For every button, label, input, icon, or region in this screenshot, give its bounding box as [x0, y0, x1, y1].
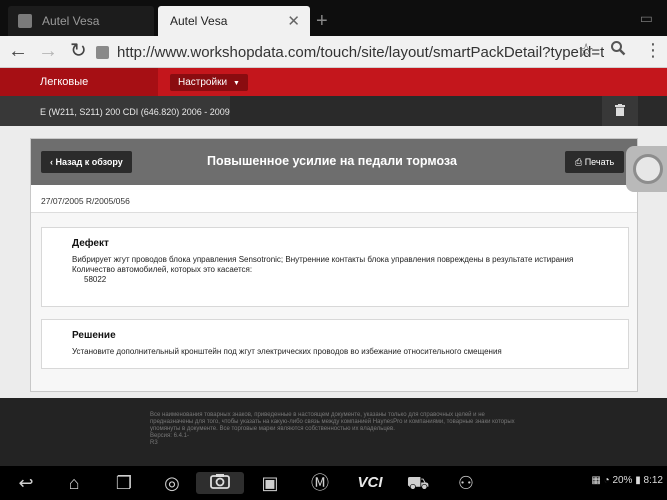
solution-section: Решение Установите дополнительный кроншт… [41, 319, 629, 369]
printer-icon: ⎙ [575, 157, 585, 167]
tab-overflow-icon[interactable]: ▭ [640, 10, 653, 27]
address-bar: ← → ↻ http://www.workshopdata.com/touch/… [0, 36, 667, 68]
browser-tab-active[interactable]: Autel Vesa ✕ [158, 6, 310, 36]
image-notification-icon: ▦ [591, 475, 601, 486]
back-to-overview-button[interactable]: ‹ Назад к обзору [41, 151, 132, 173]
chrome-icon[interactable]: ◎ [158, 472, 186, 494]
settings-dropdown[interactable]: Настройки ▼ [170, 74, 248, 91]
battery-icon: ▮ [635, 475, 641, 486]
print-button[interactable]: ⎙ Печать [565, 151, 625, 173]
defect-section: Дефект Вибрирует жгут проводов блока упр… [41, 227, 629, 307]
back-label: Назад к обзору [55, 157, 123, 167]
reload-icon[interactable]: ↻ [70, 40, 87, 62]
close-tab-icon[interactable]: ✕ [287, 12, 300, 30]
tab-label: Autel Vesa [42, 14, 100, 28]
camera-icon[interactable] [196, 472, 244, 494]
url-text: http://www.workshopdata.com/touch/site/l… [117, 43, 604, 61]
bulletin-card: ‹ Назад к обзору Повышенное усилие на пе… [30, 138, 638, 392]
clock: 8:12 [643, 475, 663, 486]
browser-tab[interactable]: Autel Vesa [8, 6, 154, 36]
footer-code: R3 [150, 440, 158, 446]
battery-level: 20% [612, 475, 633, 486]
tab-label: Autel Vesa [170, 14, 228, 28]
status-area: ▦ ◔ 20% ▮ 8:12 [591, 475, 663, 486]
vehicle-diag-icon[interactable]: ⛟ [404, 472, 432, 494]
defect-heading: Дефект [72, 238, 109, 249]
vci-status-icon[interactable]: VCI [350, 472, 390, 494]
app-header: Легковые Настройки ▼ [0, 68, 667, 96]
back-icon[interactable]: ↩ [12, 472, 40, 494]
category-label[interactable]: Легковые [0, 68, 158, 96]
bulletin-date-ref: 27/07/2005 R/2005/056 [31, 185, 637, 213]
search-icon[interactable] [610, 40, 626, 61]
print-label: Печать [584, 157, 615, 167]
forward-arrow-icon[interactable]: → [38, 40, 58, 62]
footer-version: Версия: 6.4.1- [150, 433, 189, 439]
maxifix-icon[interactable]: Ⓜ [306, 472, 334, 494]
affected-count-value: 58022 [84, 275, 107, 284]
settings-label: Настройки [178, 77, 228, 88]
solution-heading: Решение [72, 330, 116, 341]
trash-icon[interactable] [602, 96, 638, 126]
browser-tab-strip: Autel Vesa Autel Vesa ✕ + ▭ [0, 0, 667, 36]
vehicle-label: E (W211, S211) 200 CDI (646.820) 2006 - … [0, 96, 230, 126]
home-icon[interactable]: ⌂ [60, 472, 88, 494]
user-car-icon[interactable]: ⚇ [452, 472, 480, 494]
page-title: Повышенное усилие на педали тормоза [207, 154, 457, 168]
floating-assist-button[interactable] [626, 146, 667, 192]
caret-down-icon: ▼ [233, 80, 240, 87]
new-tab-button[interactable]: + [316, 10, 328, 33]
affected-count-label: Количество автомобилей, которых это каса… [72, 265, 253, 274]
screen-record-icon[interactable]: ▣ [256, 472, 284, 494]
page-footer: Все наименования товарных знаков, привед… [0, 398, 667, 466]
recent-apps-icon[interactable]: ❐ [110, 472, 138, 494]
card-header: ‹ Назад к обзору Повышенное усилие на пе… [31, 139, 637, 185]
menu-overflow-icon[interactable]: ⋮ [644, 40, 662, 61]
assist-knob-icon [633, 154, 663, 184]
vehicle-bar: E (W211, S211) 200 CDI (646.820) 2006 - … [0, 96, 667, 126]
system-nav-bar: ↩ ⌂ ❐ ◎ ▣ Ⓜ VCI ⛟ ⚇ ▦ ◔ 20% ▮ 8:12 [0, 466, 667, 500]
wifi-icon: ◔ [603, 475, 610, 486]
page-favicon-icon [18, 14, 32, 28]
footer-text: Все наименования товарных знаков, привед… [150, 412, 515, 432]
back-arrow-icon[interactable]: ← [8, 40, 28, 62]
site-favicon-icon [96, 45, 109, 59]
defect-text: Вибрирует жгут проводов блока управления… [72, 255, 574, 264]
main-content: ‹ Назад к обзору Повышенное усилие на пе… [0, 126, 667, 398]
solution-text: Установите дополнительный кронштейн под … [72, 347, 502, 356]
url-field[interactable]: http://www.workshopdata.com/touch/site/l… [96, 41, 604, 63]
bookmark-star-icon[interactable]: ☆ [578, 40, 594, 61]
footer-disclaimer: Все наименования товарных знаков, привед… [150, 412, 520, 447]
